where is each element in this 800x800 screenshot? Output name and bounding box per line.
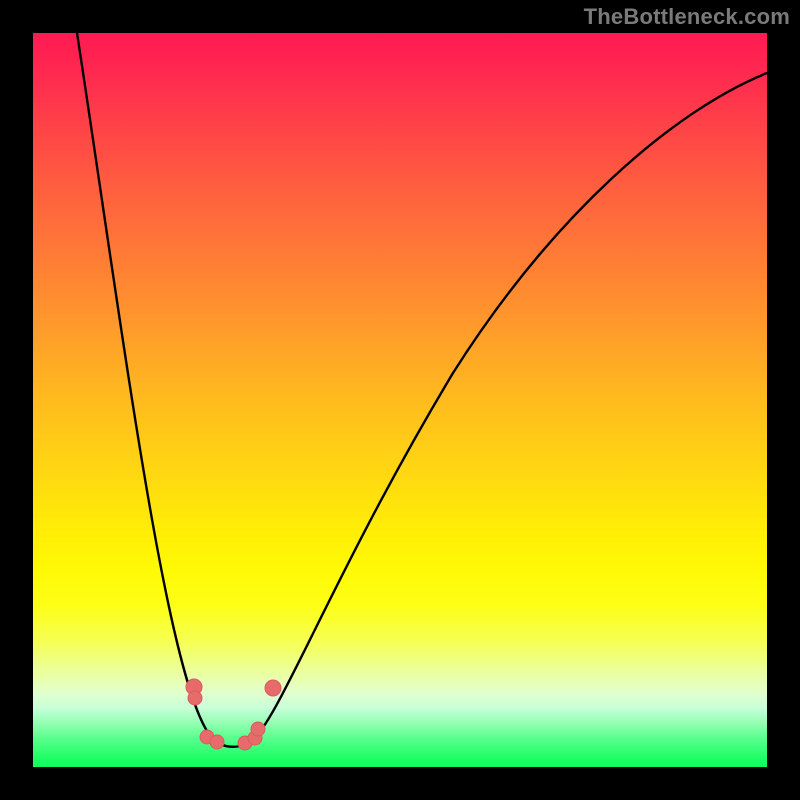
data-marker: [265, 680, 281, 696]
chart-svg: [33, 33, 767, 767]
bottleneck-curve: [77, 33, 767, 747]
chart-frame: TheBottleneck.com: [0, 0, 800, 800]
data-marker: [210, 735, 224, 749]
watermark-text: TheBottleneck.com: [584, 4, 790, 30]
marker-group: [186, 679, 281, 750]
data-marker: [251, 722, 265, 736]
plot-area: [33, 33, 767, 767]
data-marker: [188, 691, 202, 705]
